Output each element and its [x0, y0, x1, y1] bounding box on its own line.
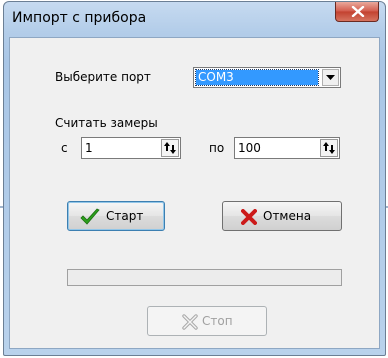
range-to-spin-button[interactable] [320, 139, 338, 157]
dialog-client-area: Выберите порт COM3 Считать замеры с 1 по… [9, 37, 380, 349]
range-from-spin-button[interactable] [161, 139, 179, 157]
stop-button-label: Стоп [202, 314, 233, 328]
port-select[interactable]: COM3 [193, 67, 341, 88]
spin-arrows-icon [323, 142, 335, 154]
close-icon [351, 6, 365, 17]
close-button[interactable] [335, 2, 379, 22]
stop-icon [182, 314, 198, 330]
title-bar[interactable]: Импорт с прибора [4, 2, 385, 38]
window-title: Импорт с прибора [12, 10, 147, 26]
port-label: Выберите порт [55, 70, 151, 84]
cancel-button-label: Отмена [263, 209, 312, 223]
range-to-label: по [209, 141, 225, 155]
start-button[interactable]: Старт [67, 201, 165, 231]
range-to-value: 100 [238, 141, 261, 155]
spin-arrows-icon [164, 142, 176, 154]
progress-bar [67, 269, 342, 286]
range-from-field[interactable]: 1 [81, 137, 181, 159]
range-label: Считать замеры [55, 116, 158, 130]
range-from-value: 1 [85, 141, 93, 155]
stop-button[interactable]: Стоп [147, 306, 267, 336]
range-to-field[interactable]: 100 [234, 137, 340, 159]
range-from-label: с [61, 141, 68, 155]
dialog-window: Импорт с прибора Выберите порт COM3 Счит… [3, 1, 386, 356]
cancel-button[interactable]: Отмена [222, 201, 342, 231]
chevron-down-icon [326, 75, 335, 80]
checkmark-icon [80, 208, 100, 225]
start-button-label: Старт [106, 209, 144, 223]
port-selected-value: COM3 [195, 69, 319, 86]
cross-icon [241, 209, 257, 225]
port-dropdown-button[interactable] [322, 69, 339, 86]
